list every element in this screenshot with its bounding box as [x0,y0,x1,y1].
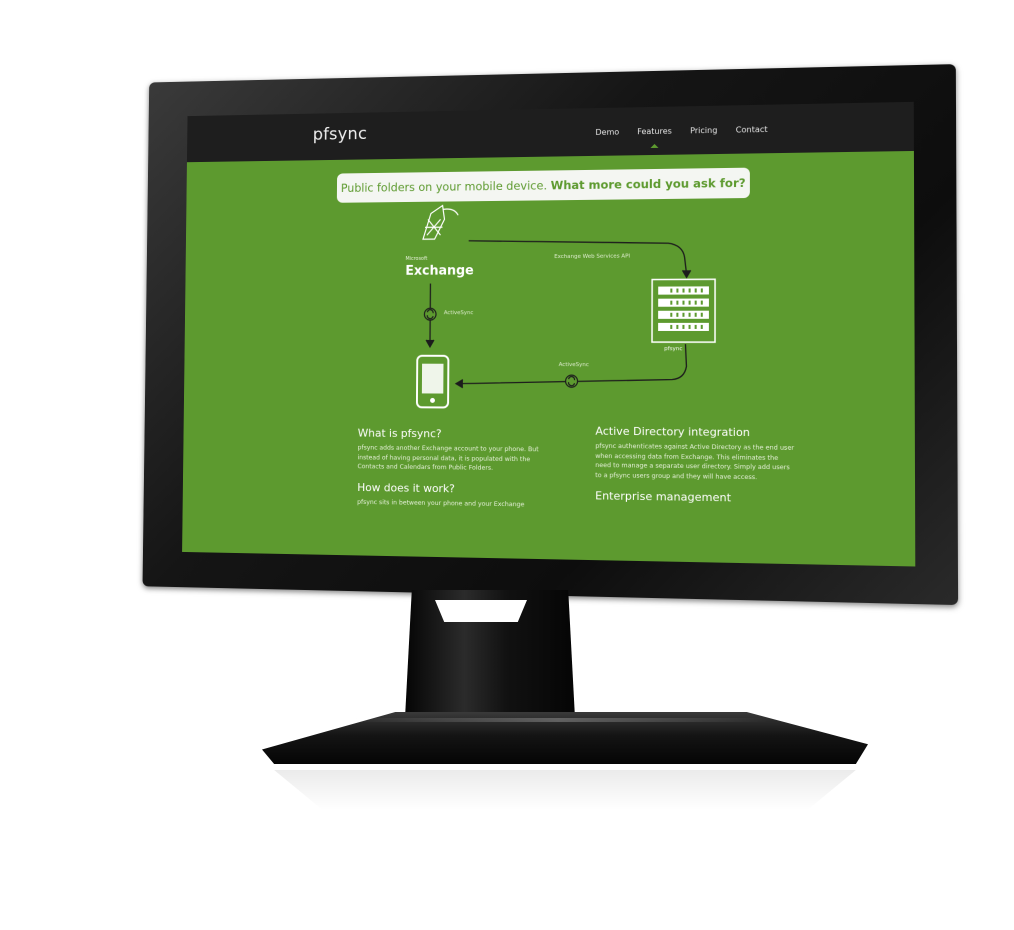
exchange-label: Exchange [405,264,474,279]
activesync-label-left: ActiveSync [444,310,474,316]
monitor-reflection [262,770,868,810]
what-section: What is pfsync? pfsync adds another Exch… [357,427,549,510]
exchange-logo-icon [423,205,458,239]
monitor-bezel: pfsync Demo Features Pricing Contact Pub… [143,64,959,605]
how-title: How does it work? [357,481,549,497]
ad-body: pfsync authenticates against Active Dire… [595,442,795,483]
monitor-screen: pfsync Demo Features Pricing Contact Pub… [182,102,915,567]
sync-icon [566,375,578,387]
microsoft-label: Microsoft [405,256,427,262]
what-title: What is pfsync? [358,427,550,442]
activesync-label-bottom: ActiveSync [559,362,589,368]
server-icon [652,279,715,342]
ews-label: Exchange Web Services API [554,254,630,261]
monitor-neck-cutout [435,600,527,622]
server-label: pfsync [664,346,682,352]
what-body: pfsync adds another Exchange account to … [357,443,549,474]
monitor: pfsync Demo Features Pricing Contact Pub… [0,0,1014,930]
ad-section: Active Directory integration pfsync auth… [595,425,795,506]
sync-icon [424,308,436,320]
monitor-base-highlight [348,718,768,722]
ad-title: Active Directory integration [595,425,795,440]
phone-icon [417,356,449,408]
